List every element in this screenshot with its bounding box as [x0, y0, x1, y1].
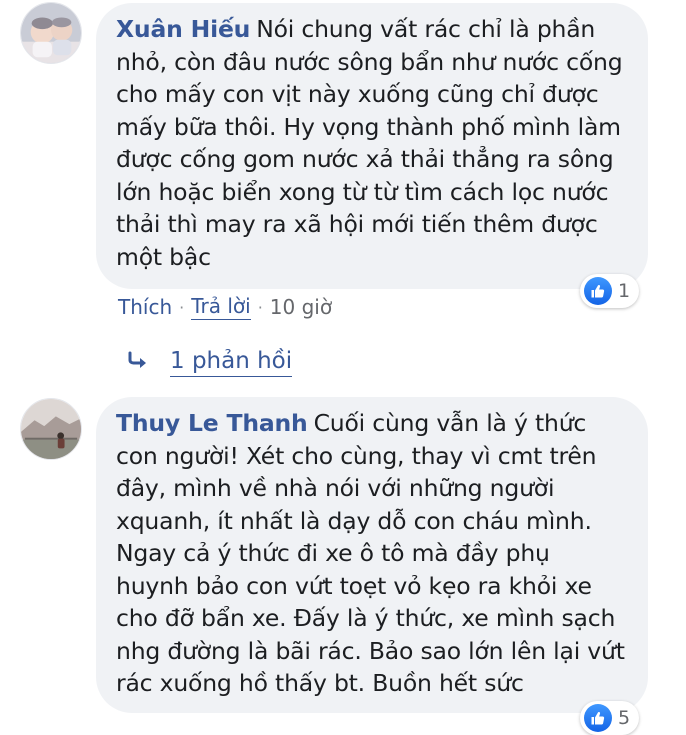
- comment-text: Cuối cùng vẫn là ý thức con người! Xét c…: [116, 409, 625, 697]
- reaction-count[interactable]: 1: [580, 274, 640, 308]
- reaction-count[interactable]: 5: [580, 701, 640, 735]
- view-replies[interactable]: 1 phản hồi: [126, 348, 293, 377]
- comment-actions: Thích · Trả lời · 10 giờ: [118, 294, 332, 320]
- comment-bubble: Thuy Le Thanh Cuối cùng vẫn là ý thức con…: [96, 397, 648, 713]
- comment-author[interactable]: Thuy Le Thanh: [116, 409, 308, 437]
- comment-body: Xuân Hiếu Nói chung vất rác chỉ là phần n…: [116, 13, 628, 273]
- comment-bubble: Xuân Hiếu Nói chung vất rác chỉ là phần n…: [96, 3, 648, 289]
- reply-link[interactable]: Trả lời: [191, 294, 251, 320]
- reaction-count-value: 5: [618, 707, 631, 729]
- like-link[interactable]: Thích: [118, 295, 172, 319]
- like-thumb-icon: [584, 704, 612, 732]
- comment-text: Nói chung vất rác chỉ là phần nhỏ, còn đ…: [116, 15, 623, 271]
- comment-body: Thuy Le Thanh Cuối cùng vẫn là ý thức con…: [116, 407, 628, 700]
- comment-timestamp[interactable]: 10 giờ: [270, 295, 332, 319]
- like-thumb-icon: [584, 277, 612, 305]
- reaction-count-value: 1: [618, 280, 631, 302]
- avatar-xuan-hieu[interactable]: [20, 2, 82, 64]
- comment-author[interactable]: Xuân Hiếu: [116, 15, 250, 43]
- separator: ·: [257, 297, 263, 317]
- separator: ·: [179, 297, 185, 317]
- reply-arrow-icon: [126, 349, 150, 377]
- replies-count-link[interactable]: 1 phản hồi: [170, 348, 293, 377]
- avatar-thuy-le-thanh[interactable]: [20, 398, 82, 460]
